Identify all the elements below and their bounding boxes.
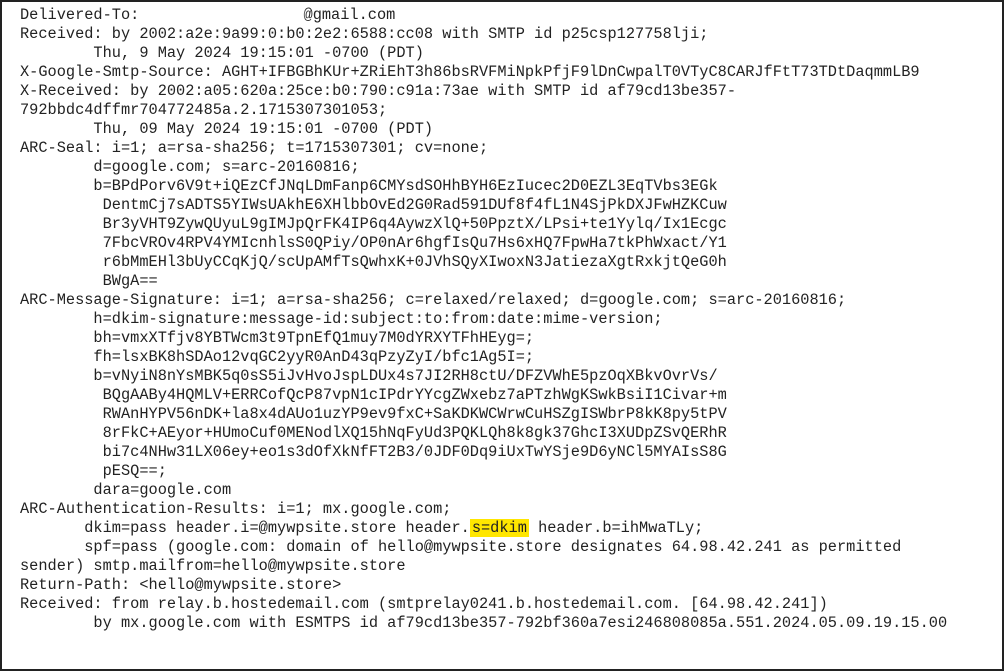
arc-message-signature-line: bi7c4NHw31LX06ey+eo1s3dOfXkNfFT2B3/0JDF0… [20,443,727,461]
arc-message-signature-line: b=vNyiN8nYsMBK5q0sS5iJvHvoJspLDUx4s7JI2R… [20,367,718,385]
arc-message-signature-line: pESQ==; [20,462,167,480]
arc-message-signature-line: dara=google.com [20,481,231,499]
arc-seal-line: ARC-Seal: i=1; a=rsa-sha256; t=171530730… [20,139,488,157]
arc-authentication-results-line: dkim=pass header.i=@mywpsite.store heade… [20,519,703,537]
received-line: Thu, 9 May 2024 19:15:01 -0700 (PDT) [20,44,424,62]
x-google-smtp-source-line: X-Google-Smtp-Source: AGHT+IFBGBhKUr+ZRi… [20,63,920,81]
arc-seal-line: r6bMmEHl3bUyCCqKjQ/scUpAMfTsQwhxK+0JVhSQ… [20,253,727,271]
highlighted-dkim-selector: s=dkim [470,519,529,537]
arc-message-signature-line: 8rFkC+AEyor+HUmoCuf0MENodlXQ15hNqFyUd3PQ… [20,424,727,442]
arc-authentication-results-line: sender) smtp.mailfrom=hello@mywpsite.sto… [20,557,406,575]
received-line: Received: from relay.b.hostedemail.com (… [20,595,828,613]
arc-message-signature-line: fh=lsxBK8hSDAo12vqGC2yyR0AnD43qPzyZyI/bf… [20,348,534,366]
arc-seal-line: DentmCj7sADTS5YIWsUAkhE6XHlbbOvEd2G0Rad5… [20,196,727,214]
received-line: Received: by 2002:a2e:9a99:0:b0:2e2:6588… [20,25,708,43]
arc-seal-line: b=BPdPorv6V9t+iQEzCfJNqLDmFanp6CMYsdSOHh… [20,177,718,195]
redacted-local-part [149,7,304,21]
arc-authentication-results-line: spf=pass (google.com: domain of hello@my… [20,538,910,556]
email-headers-block: Delivered-To: @gmail.com Received: by 20… [0,0,1004,671]
arc-message-signature-line: bh=vmxXTfjv8YBTWcm3t9TpnEfQ1muy7M0dYRXYT… [20,329,534,347]
arc-seal-line: 7FbcVROv4RPV4YMIcnhlsS0QPiy/OP0nAr6hgfIs… [20,234,727,252]
delivered-to-line: Delivered-To: @gmail.com [20,6,395,24]
arc-seal-line: Br3yVHT9ZywQUyuL9gIMJpQrFK4IP6q4AywzXlQ+… [20,215,727,233]
arc-message-signature-line: BQgAABy4HQMLV+ERRCofQcP87vpN1cIPdrYYcgZW… [20,386,727,404]
arc-message-signature-line: ARC-Message-Signature: i=1; a=rsa-sha256… [20,291,846,309]
arc-seal-line: BWgA== [20,272,158,290]
x-received-line: X-Received: by 2002:a05:620a:25ce:b0:790… [20,82,736,100]
x-received-line: 792bbdc4dffmr704772485a.2.1715307301053; [20,101,387,119]
arc-authentication-results-line: ARC-Authentication-Results: i=1; mx.goog… [20,500,451,518]
return-path-line: Return-Path: <hello@mywpsite.store> [20,576,341,594]
x-received-line: Thu, 09 May 2024 19:15:01 -0700 (PDT) [20,120,433,138]
arc-message-signature-line: h=dkim-signature:message-id:subject:to:f… [20,310,663,328]
received-line: by mx.google.com with ESMTPS id af79cd13… [20,614,947,632]
arc-seal-line: d=google.com; s=arc-20160816; [20,158,360,176]
arc-message-signature-line: RWAnHYPV56nDK+la8x4dAUo1uzYP9ev9fxC+SaKD… [20,405,727,423]
